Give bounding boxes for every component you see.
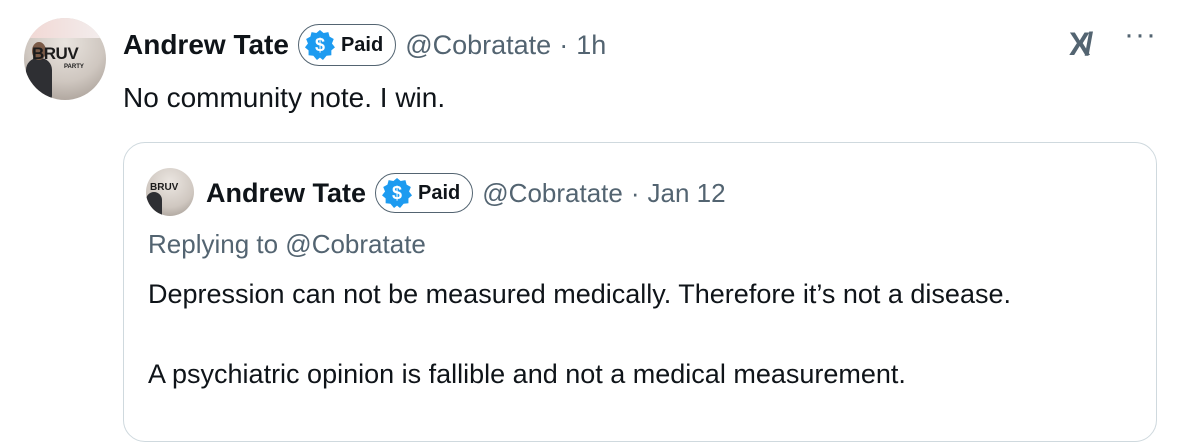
avatar-text-party: PARTY xyxy=(64,64,84,70)
quoted-text-paragraph-1: Depression can not be measured medically… xyxy=(148,279,1011,309)
quoted-text-paragraph-2: A psychiatric opinion is fallible and no… xyxy=(148,359,906,389)
dollar-badge-icon: $ xyxy=(382,178,413,208)
xai-logo-icon[interactable]: X/ xyxy=(1069,26,1093,63)
paid-badge-label: Paid xyxy=(340,33,384,56)
quoted-tweet[interactable]: BRUV Andrew Tate $ Paid @Cobratate · Jan… xyxy=(123,142,1157,442)
quoted-avatar[interactable]: BRUV xyxy=(146,168,194,216)
quoted-avatar-figure xyxy=(146,192,162,216)
quoted-avatar-text: BRUV xyxy=(150,182,179,193)
quoted-author-handle[interactable]: @Cobratate xyxy=(482,178,623,209)
quoted-author-name[interactable]: Andrew Tate xyxy=(206,178,366,209)
quoted-tweet-header: Andrew Tate $ Paid @Cobratate · Jan 12 xyxy=(206,171,726,215)
separator-dot: · xyxy=(559,29,569,60)
tweet-text: No community note. I win. xyxy=(123,82,446,113)
quoted-paid-badge[interactable]: $ Paid xyxy=(375,173,474,213)
dollar-badge-icon: $ xyxy=(304,30,335,60)
paid-badge[interactable]: $ Paid xyxy=(297,24,397,66)
quoted-separator-dot: · xyxy=(630,177,640,208)
avatar[interactable]: BRUV PARTY xyxy=(24,18,106,100)
avatar-text-bruv: BRUV xyxy=(32,44,79,63)
tweet-header: Andrew Tate $ Paid @Cobratate · 1h xyxy=(123,24,606,66)
author-name[interactable]: Andrew Tate xyxy=(123,29,289,61)
avatar-figure xyxy=(26,58,52,100)
timestamp[interactable]: 1h xyxy=(576,30,606,61)
quoted-paid-badge-label: Paid xyxy=(418,181,461,204)
quoted-timestamp[interactable]: Jan 12 xyxy=(648,178,726,209)
avatar-banner xyxy=(24,18,106,38)
more-options-icon[interactable]: ··· xyxy=(1124,18,1157,52)
replying-to[interactable]: Replying to @Cobratate xyxy=(148,229,426,260)
author-handle[interactable]: @Cobratate xyxy=(405,30,551,61)
